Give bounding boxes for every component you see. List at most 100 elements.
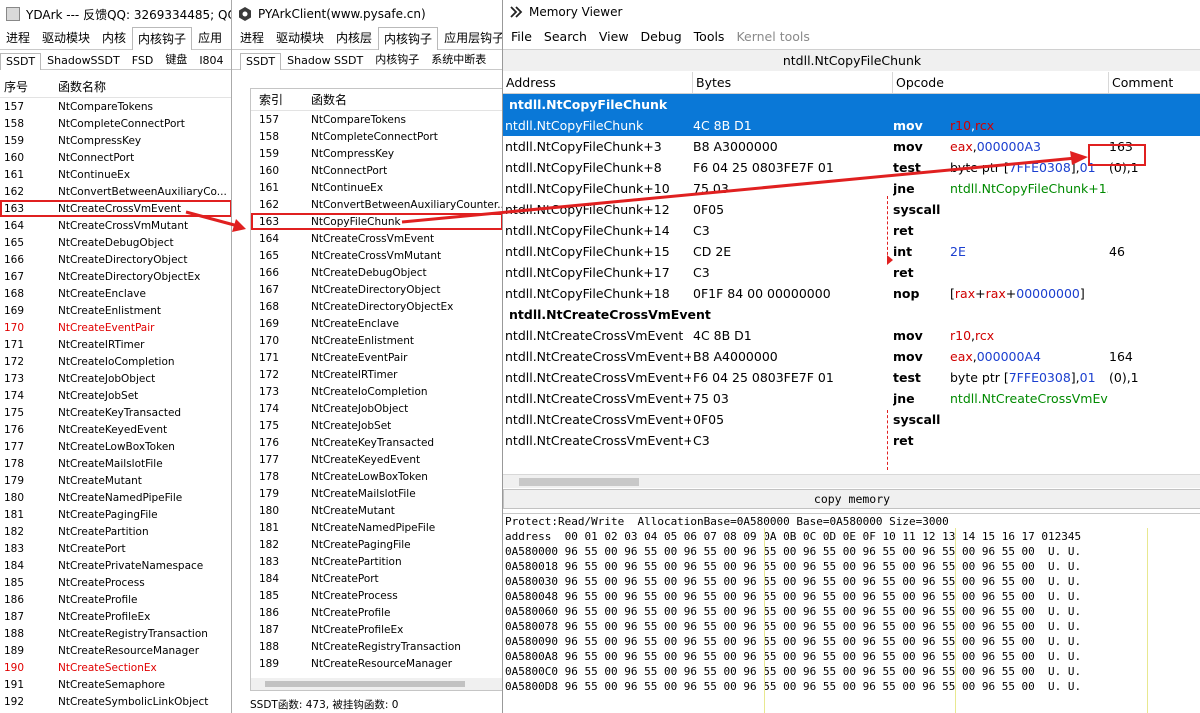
hex-row[interactable]: 0A580048 96 55 00 96 55 00 96 55 00 96 5… [503,589,1200,604]
table-row[interactable]: 161 NtContinueEx [0,166,231,183]
table-row[interactable]: 173 NtCreateIoCompletion [251,383,503,400]
ydark-menu-tab-0[interactable]: 进程 [0,26,36,49]
disassembly-row[interactable]: ntdll.NtCreateCrossVmEvent+3 B8 A4000000 m… [503,346,1200,367]
copy-memory-button[interactable]: copy memory [503,489,1200,509]
hex-row[interactable]: 0A580078 96 55 00 96 55 00 96 55 00 96 5… [503,619,1200,634]
table-row[interactable]: 171 NtCreateIRTimer [0,336,231,353]
table-row[interactable]: 157 NtCompareTokens [251,111,503,128]
table-row[interactable]: 177 NtCreateLowBoxToken [0,438,231,455]
table-row[interactable]: 181 NtCreateNamedPipeFile [251,519,503,536]
ydark-sub-tab-0[interactable]: SSDT [0,53,42,70]
pyark-sub-tab-3[interactable]: 系统中断表 [425,49,492,69]
table-row[interactable]: 163 NtCopyFileChunk [251,213,503,230]
hex-row[interactable]: 0A5800D8 96 55 00 96 55 00 96 55 00 96 5… [503,679,1200,694]
pyark-menu-tab-4[interactable]: 应用层钩子 [438,26,503,49]
table-row[interactable]: 174 NtCreateJobSet [0,387,231,404]
hex-row[interactable]: 0A5800A8 96 55 00 96 55 00 96 55 00 96 5… [503,649,1200,664]
table-row[interactable]: 166 NtCreateDirectoryObject [0,251,231,268]
pyark-menu-tab-2[interactable]: 内核层 [330,26,378,49]
table-row[interactable]: 188 NtCreateRegistryTransaction [0,625,231,642]
table-row[interactable]: 178 NtCreateMailslotFile [0,455,231,472]
ydark-menu-tab-1[interactable]: 驱动模块 [36,26,96,49]
table-row[interactable]: 164 NtCreateCrossVmMutant [0,217,231,234]
table-row[interactable]: 176 NtCreateKeyTransacted [251,434,503,451]
pyark-sub-tab-0[interactable]: SSDT [240,53,282,70]
col-comment-header[interactable]: Comment [1109,72,1200,93]
disassembly-row[interactable]: ntdll.NtCopyFileChunk+15 CD 2E int 2E 46 [503,241,1200,262]
disassembly-row[interactable]: ntdll.NtCopyFileChunk+17 C3 ret [503,262,1200,283]
table-row[interactable]: 185 NtCreateProcess [251,587,503,604]
disassembly-row[interactable]: ntdll.NtCreateCrossVmEvent+10 75 03 jne ntd… [503,388,1200,409]
pyark-menu-tab-0[interactable]: 进程 [234,26,270,49]
disassembly-horizontal-scrollbar[interactable] [503,474,1200,488]
table-row[interactable]: 158 NtCompleteConnectPort [251,128,503,145]
table-row[interactable]: 166 NtCreateDebugObject [251,264,503,281]
table-row[interactable]: 159 NtCompressKey [0,132,231,149]
disassembly-row[interactable]: ntdll.NtCreateCrossVmEvent+12 0F05 syscall [503,409,1200,430]
table-row[interactable]: 167 NtCreateDirectoryObjectEx [0,268,231,285]
hex-row[interactable]: 0A580060 96 55 00 96 55 00 96 55 00 96 5… [503,604,1200,619]
table-row[interactable]: 187 NtCreateProfileEx [251,621,503,638]
hex-row[interactable]: 0A580000 96 55 00 96 55 00 96 55 00 96 5… [503,544,1200,559]
col-index-header[interactable]: 索引 [251,91,311,108]
disassembly-row[interactable]: ntdll.NtCopyFileChunk+14 C3 ret [503,220,1200,241]
table-row[interactable]: 180 NtCreateNamedPipeFile [0,489,231,506]
ydark-sub-tab-4[interactable]: I804 [193,52,229,69]
table-row[interactable]: 175 NtCreateJobSet [251,417,503,434]
col-name-header[interactable]: 函数名 [311,91,347,108]
col-bytes-header[interactable]: Bytes [693,72,893,93]
disassembly-section-label[interactable]: ntdll.NtCopyFileChunk [503,94,1200,115]
table-row[interactable]: 172 NtCreateIRTimer [251,366,503,383]
ydark-sub-tab-2[interactable]: FSD [126,52,160,69]
table-row[interactable]: 163 NtCreateCrossVmEvent [0,200,231,217]
table-row[interactable]: 177 NtCreateKeyedEvent [251,451,503,468]
disassembly-row[interactable]: ntdll.NtCreateCrossVmEvent+14 C3 ret [503,430,1200,451]
disassembly-row[interactable]: ntdll.NtCreateCrossVmEvent+8 F6 04 25 080… [503,367,1200,388]
table-row[interactable]: 192 NtCreateSymbolicLinkObject [0,693,231,710]
table-row[interactable]: 178 NtCreateLowBoxToken [251,468,503,485]
mv-menu-item-4[interactable]: Tools [688,29,731,44]
ydark-menu-tab-4[interactable]: 应用 [192,26,228,49]
table-row[interactable]: 179 NtCreateMailslotFile [251,485,503,502]
table-row[interactable]: 182 NtCreatePagingFile [251,536,503,553]
table-row[interactable]: 186 NtCreateProfile [251,604,503,621]
ydark-sub-tab-3[interactable]: 键盘 [159,49,193,69]
col-index-header[interactable]: 序号 [0,78,58,95]
table-row[interactable]: 182 NtCreatePartition [0,523,231,540]
table-row[interactable]: 160 NtConnectPort [251,162,503,179]
ydark-menu-tab-2[interactable]: 内核 [96,26,132,49]
hex-row[interactable]: 0A580090 96 55 00 96 55 00 96 55 00 96 5… [503,634,1200,649]
table-row[interactable]: 184 NtCreatePrivateNamespace [0,557,231,574]
table-row[interactable]: 188 NtCreateRegistryTransaction [251,638,503,655]
table-row[interactable]: 165 NtCreateDebugObject [0,234,231,251]
mv-menu-item-0[interactable]: File [505,29,538,44]
table-row[interactable]: 169 NtCreateEnclave [251,315,503,332]
table-row[interactable]: 160 NtConnectPort [0,149,231,166]
disassembly-section-label[interactable]: ntdll.NtCreateCrossVmEvent [503,304,1200,325]
ydark-menu-tab-3[interactable]: 内核钩子 [132,27,193,50]
scrollbar-thumb[interactable] [265,681,465,687]
mv-menu-item-3[interactable]: Debug [635,29,688,44]
mv-menu-item-2[interactable]: View [593,29,635,44]
table-row[interactable]: 191 NtCreateSemaphore [0,676,231,693]
table-row[interactable]: 174 NtCreateJobObject [251,400,503,417]
table-row[interactable]: 181 NtCreatePagingFile [0,506,231,523]
col-opcode-header[interactable]: Opcode [893,72,1109,93]
ydark-sub-tab-1[interactable]: ShadowSSDT [41,52,126,69]
table-row[interactable]: 162 NtConvertBetweenAuxiliaryCo... [0,183,231,200]
hex-row[interactable]: 0A580030 96 55 00 96 55 00 96 55 00 96 5… [503,574,1200,589]
table-row[interactable]: 165 NtCreateCrossVmMutant [251,247,503,264]
table-row[interactable]: 186 NtCreateProfile [0,591,231,608]
hex-row[interactable]: 0A580018 96 55 00 96 55 00 96 55 00 96 5… [503,559,1200,574]
table-row[interactable]: 159 NtCompressKey [251,145,503,162]
table-row[interactable]: 172 NtCreateIoCompletion [0,353,231,370]
disassembly-row[interactable]: ntdll.NtCopyFileChunk+12 0F05 syscall [503,199,1200,220]
pyark-sub-tab-2[interactable]: 内核钩子 [369,49,425,69]
table-row[interactable]: 164 NtCreateCrossVmEvent [251,230,503,247]
table-row[interactable]: 169 NtCreateEnlistment [0,302,231,319]
table-row[interactable]: 183 NtCreatePort [0,540,231,557]
table-row[interactable]: 176 NtCreateKeyedEvent [0,421,231,438]
table-row[interactable]: 189 NtCreateResourceManager [251,655,503,672]
table-row[interactable]: 168 NtCreateDirectoryObjectEx [251,298,503,315]
hex-dump-view[interactable]: Protect:Read/Write AllocationBase=0A5800… [503,513,1200,713]
